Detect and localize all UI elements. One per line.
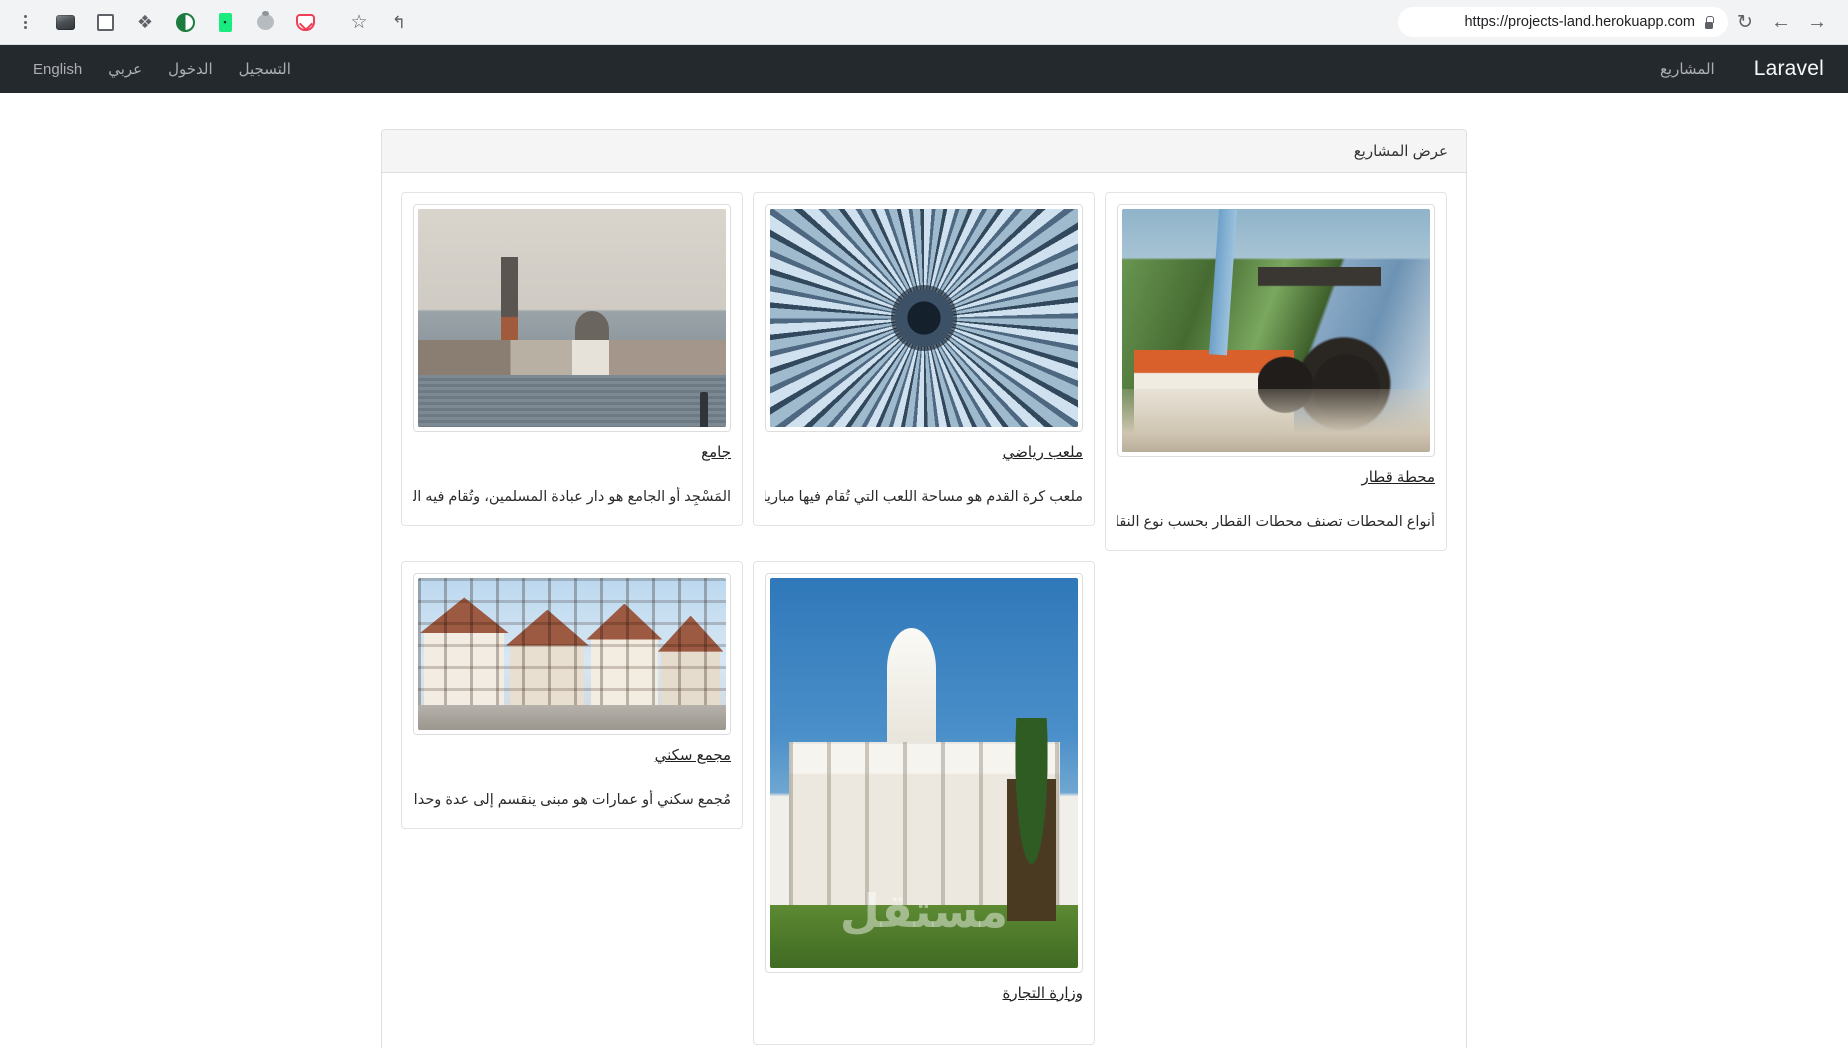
grid-column: ملعب رياضي ملعب كرة القدم هو مساحة اللعب… (748, 187, 1100, 531)
stadium-roof-photo (770, 209, 1079, 427)
navbar-left-group: التسجيل الدخول عربي English (20, 54, 304, 84)
forward-arrow-icon: → (1807, 11, 1827, 33)
project-card-residential[interactable]: مجمع سكني مُجمع سكني أو عمارات هو مبنى ي… (401, 560, 744, 829)
nav-register[interactable]: التسجيل (226, 54, 304, 84)
share-glyph: ↰ (391, 12, 407, 32)
nav-projects[interactable]: المشاريع (1647, 54, 1728, 84)
project-thumbnail[interactable] (1117, 204, 1435, 457)
ministry-building-photo: مستقل mostaql.com (770, 577, 1079, 968)
project-title-link[interactable]: محطة قطار (1117, 468, 1435, 486)
reload-button[interactable]: ↻ (1728, 5, 1762, 39)
extensions-strip: ❖ ▪ ☆ ↰ (0, 5, 416, 39)
grid-column: محطة قطار أنواع المحطات تصنف محطات القطا… (1100, 187, 1452, 556)
project-title-link[interactable]: جامع (413, 443, 731, 461)
pocket-icon[interactable] (288, 5, 322, 39)
browser-nav-buttons: ↻ ← → (1728, 5, 1840, 39)
nav-lang-en[interactable]: English (20, 55, 95, 84)
project-title-link[interactable]: وزارة التجارة (765, 984, 1083, 1002)
project-card-ministry[interactable]: مستقل mostaql.com وزارة التجارة (753, 560, 1096, 1045)
bookmark-star-icon[interactable]: ☆ (342, 5, 376, 39)
app-navbar: Laravel المشاريع التسجيل الدخول عربي Eng… (0, 45, 1848, 93)
project-card-mosque[interactable]: جامع المَسْجِد أو الجامع هو دار عبادة ال… (401, 192, 744, 526)
panel-heading: عرض المشاريع (382, 130, 1466, 173)
project-description: أنواع المحطات تصنف محطات القطار بحسب نوع… (1117, 514, 1435, 530)
project-thumbnail[interactable] (765, 204, 1084, 432)
project-thumbnail[interactable] (413, 572, 732, 735)
grid-column: مجمع سكني مُجمع سكني أو عمارات هو مبنى ي… (396, 556, 748, 834)
panel-body: محطة قطار أنواع المحطات تصنف محطات القطا… (382, 173, 1466, 1048)
projects-grid: محطة قطار أنواع المحطات تصنف محطات القطا… (396, 187, 1452, 1048)
grid-column: جامع المَسْجِد أو الجامع هو دار عبادة ال… (396, 187, 748, 531)
project-description: مُجمع سكني أو عمارات هو مبنى ينقسم إلى ع… (413, 791, 732, 808)
address-bar[interactable]: https://projects-land.herokuapp.com (1398, 7, 1728, 37)
square-extension-icon[interactable] (88, 5, 122, 39)
project-title-link[interactable]: ملعب رياضي (765, 443, 1083, 461)
project-thumbnail[interactable] (413, 204, 732, 432)
project-card-stadium[interactable]: ملعب رياضي ملعب كرة القدم هو مساحة اللعب… (753, 192, 1096, 526)
puzzle-extensions-icon[interactable]: ❖ (128, 5, 162, 39)
project-description: المَسْجِد أو الجامع هو دار عبادة المسلمي… (413, 489, 732, 505)
project-title-link[interactable]: مجمع سكني (413, 746, 731, 764)
back-arrow-icon: ← (1771, 11, 1791, 33)
grid-column: مستقل mostaql.com وزارة التجارة (748, 556, 1100, 1048)
page-content: عرض المشاريع محطة قطار أنواع المحطات تصن… (0, 93, 1848, 1048)
back-button[interactable]: ← (1764, 5, 1798, 39)
train-station-photo (1122, 209, 1430, 452)
url-text: https://projects-land.herokuapp.com (1464, 14, 1695, 30)
projects-panel: عرض المشاريع محطة قطار أنواع المحطات تصن… (381, 129, 1467, 1048)
browser-toolbar: ❖ ▪ ☆ ↰ https://projects-land.herokuapp.… (0, 0, 1848, 45)
project-card-train-station[interactable]: محطة قطار أنواع المحطات تصنف محطات القطا… (1105, 192, 1447, 551)
project-thumbnail[interactable]: مستقل mostaql.com (765, 572, 1084, 973)
share-icon[interactable]: ↰ (382, 5, 416, 39)
green-extension-icon[interactable]: ▪ (208, 5, 242, 39)
mosque-venice-photo (418, 209, 727, 427)
puzzle-glyph: ❖ (136, 12, 154, 32)
forward-button[interactable]: → (1800, 5, 1834, 39)
photo-extension-icon[interactable] (48, 5, 82, 39)
grid-spacer (1100, 556, 1452, 566)
dark-reader-icon[interactable] (168, 5, 202, 39)
lock-icon (1704, 15, 1714, 29)
tomato-timer-icon[interactable] (248, 5, 282, 39)
project-description: ملعب كرة القدم هو مساحة اللعب التي تُقام… (765, 489, 1084, 505)
residential-houses-photo (418, 577, 727, 730)
content-container: عرض المشاريع محطة قطار أنواع المحطات تصن… (381, 129, 1467, 1048)
reload-icon: ↻ (1737, 11, 1753, 33)
nav-login[interactable]: الدخول (155, 54, 226, 84)
star-glyph: ☆ (350, 11, 368, 33)
brand-laravel[interactable]: Laravel (1754, 57, 1824, 81)
kebab-menu-icon[interactable] (8, 5, 42, 39)
nav-lang-ar[interactable]: عربي (95, 54, 155, 84)
